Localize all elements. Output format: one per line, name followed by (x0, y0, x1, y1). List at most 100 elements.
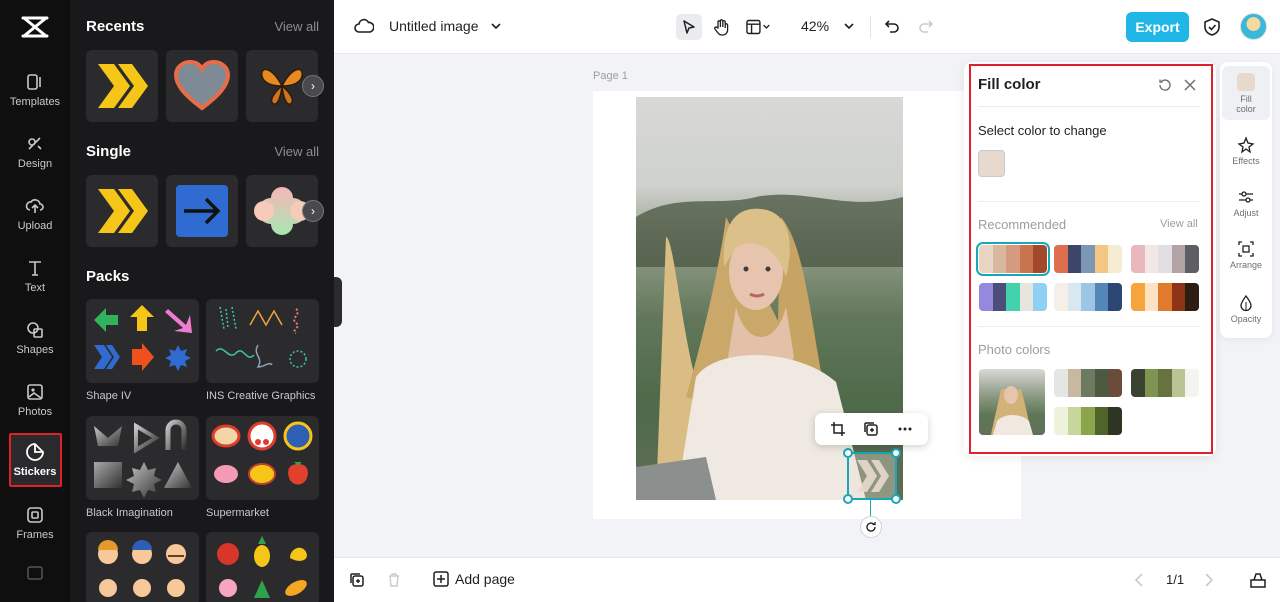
color-palette[interactable] (1131, 369, 1199, 397)
prop-adjust[interactable]: Adjust (1222, 182, 1270, 236)
fruits-pack-preview-icon (217, 536, 307, 598)
palette-swatch (992, 283, 1007, 311)
palette-swatch (1171, 369, 1186, 397)
prop-opacity[interactable]: Opacity (1222, 288, 1270, 342)
resize-handle-bottom-right[interactable] (891, 494, 901, 504)
zoom-level[interactable]: 42% (801, 18, 829, 34)
resize-handle-top-left[interactable] (843, 448, 853, 458)
rail-item-text[interactable]: Text (0, 252, 70, 306)
pack-shape-iv[interactable] (86, 299, 199, 383)
palette-swatch (1158, 245, 1172, 273)
rail-item-frames[interactable]: Frames (0, 499, 70, 553)
design-icon (28, 137, 42, 150)
prop-fill-color[interactable]: Fill color (1222, 66, 1270, 120)
rail-item-label: Stickers (13, 466, 57, 478)
page-label: Page 1 (593, 70, 628, 82)
shield-icon[interactable] (1203, 17, 1221, 37)
add-page-button[interactable]: Add page (433, 571, 515, 587)
single-scroll-right-button[interactable]: › (302, 200, 324, 222)
select-color-label: Select color to change (978, 123, 1107, 138)
current-color-swatch[interactable] (978, 150, 1005, 177)
rail-item-stickers[interactable]: Stickers (0, 433, 70, 487)
pack-black-imagination[interactable] (86, 416, 199, 500)
page-counter: 1/1 (1166, 572, 1185, 587)
zoom-chevron-down-icon[interactable] (844, 22, 854, 30)
pack-ins-creative-graphics[interactable] (206, 299, 319, 383)
palette-swatch (1054, 407, 1068, 435)
color-palette[interactable] (1054, 283, 1122, 311)
capcut-logo-icon[interactable] (21, 14, 49, 40)
sticker-heart[interactable] (166, 50, 238, 122)
rail-item-label: Templates (9, 96, 61, 108)
undo-icon[interactable] (884, 18, 900, 34)
rail-item-photos[interactable]: Photos (0, 376, 70, 430)
select-tool-button[interactable] (676, 14, 702, 40)
selected-chevron-sticker[interactable] (847, 452, 897, 500)
redo-icon[interactable] (918, 18, 934, 34)
sticker-blue-arrow[interactable] (166, 175, 238, 247)
recommended-view-all-link[interactable]: View all (1160, 218, 1198, 230)
chevron-down-icon[interactable] (491, 22, 501, 30)
palette-swatch (1019, 245, 1034, 273)
palette-swatch (1144, 283, 1159, 311)
rail-item-templates[interactable]: Templates (0, 66, 70, 120)
layout-menu-button[interactable] (746, 14, 772, 40)
color-palette[interactable] (1054, 369, 1122, 397)
hand-tool-button[interactable] (709, 14, 735, 40)
export-button[interactable]: Export (1126, 12, 1189, 42)
resize-handle-top-right[interactable] (891, 448, 901, 458)
palette-swatch (992, 245, 1007, 273)
color-palette[interactable] (1131, 283, 1199, 311)
hand-icon (714, 19, 729, 36)
pages-panel-icon[interactable] (1249, 571, 1267, 589)
duplicate-icon[interactable] (863, 421, 879, 437)
recommended-label: Recommended (978, 217, 1067, 232)
palette-swatch (1144, 245, 1159, 273)
photo-thumbnail[interactable] (979, 369, 1045, 435)
cloud-sync-icon[interactable] (354, 17, 374, 35)
packs-title: Packs (86, 268, 130, 285)
close-icon[interactable] (1183, 78, 1197, 92)
color-palette[interactable] (1054, 407, 1122, 435)
resize-handle-bottom-left[interactable] (843, 494, 853, 504)
more-options-icon[interactable] (897, 421, 913, 437)
document-title[interactable]: Untitled image (389, 18, 479, 34)
user-avatar[interactable] (1240, 13, 1267, 40)
color-palette[interactable] (979, 283, 1047, 311)
rail-item-shapes[interactable]: Shapes (0, 314, 70, 368)
prop-arrange[interactable]: Arrange (1222, 234, 1270, 288)
arrow-right-sticker-icon (176, 185, 228, 237)
element-mini-toolbar (815, 413, 928, 445)
sticker-yellow-chevrons-single[interactable] (86, 175, 158, 247)
add-page-icon (433, 571, 449, 587)
reset-icon[interactable] (1158, 78, 1172, 92)
palette-swatch (1131, 283, 1145, 311)
prop-label: Effects (1232, 156, 1260, 166)
rail-item-design[interactable]: Design (0, 128, 70, 182)
crop-icon[interactable] (830, 421, 846, 437)
adjust-icon (1239, 191, 1253, 203)
rail-item-upload[interactable]: Upload (0, 190, 70, 244)
sticker-yellow-chevrons[interactable] (86, 50, 158, 122)
effects-icon (1237, 136, 1255, 154)
recents-scroll-right-button[interactable]: › (302, 75, 324, 97)
recents-view-all-link[interactable]: View all (274, 19, 319, 34)
prop-label: Adjust (1233, 208, 1259, 218)
color-palette[interactable] (1054, 245, 1122, 273)
prev-page-icon[interactable] (1134, 573, 1144, 587)
rotate-handle[interactable] (860, 516, 882, 538)
collapse-panel-handle[interactable] (334, 277, 342, 327)
delete-page-icon[interactable] (386, 572, 402, 588)
palette-swatch (1067, 283, 1082, 311)
palette-swatch (1081, 283, 1095, 311)
color-palette[interactable] (976, 242, 1050, 276)
next-page-icon[interactable] (1204, 573, 1214, 587)
duplicate-page-icon[interactable] (349, 572, 365, 588)
prop-effects[interactable]: Effects (1222, 130, 1270, 184)
more-tools-icon[interactable] (27, 566, 43, 580)
pack-cartoon-faces[interactable] (86, 532, 199, 602)
color-palette[interactable] (1131, 245, 1199, 273)
single-view-all-link[interactable]: View all (274, 144, 319, 159)
pack-fruits-plants[interactable] (206, 532, 319, 602)
pack-supermarket[interactable] (206, 416, 319, 500)
